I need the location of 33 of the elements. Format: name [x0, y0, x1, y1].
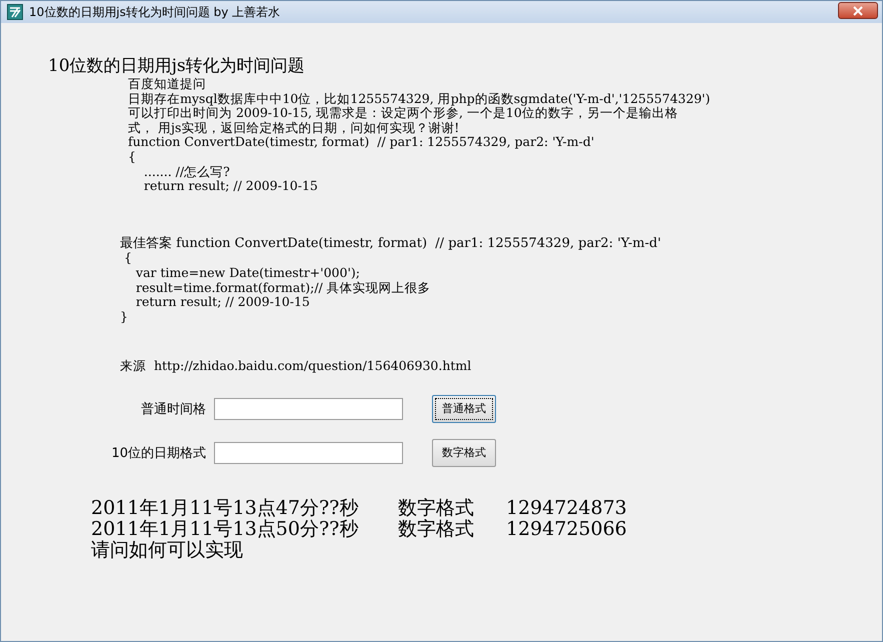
result-format-label: 数字格式	[398, 518, 475, 540]
format-button[interactable]: 数字格式	[432, 438, 496, 467]
question-text-line: return result; // 2009-10-15	[142, 179, 319, 194]
page-heading: 10位数的日期用js转化为时间问题	[48, 56, 306, 76]
result-date-text: 2011年1月11号13点47分??秒	[91, 498, 360, 519]
window-title: 10位数的日期用js转化为时间问题 by 上善若水	[29, 4, 282, 20]
question-text-line: function ConvertDate(timestr, format) // par1: 1255574329, par2: 'Y-m-d'	[128, 135, 596, 150]
question-text-line: 百度知道提问	[128, 77, 207, 92]
result-number-text: 1294724873	[506, 498, 627, 519]
result-number-text: 1294725066	[506, 518, 627, 540]
format-button[interactable]: 普通格式	[432, 394, 496, 423]
field-label: 普通时间格	[140, 400, 207, 418]
question-text-line: 日期存在mysql数据库中中10位，比如1255574329, 用php的函数sgmdate('Y-m-d','1255574329')	[128, 92, 712, 106]
result-date-text: 2011年1月11号13点50分??秒	[91, 518, 360, 540]
field-label: 10位的日期格式	[110, 444, 207, 462]
answer-text-line: return result; // 2009-10-15	[134, 295, 311, 310]
input-field[interactable]	[214, 442, 403, 464]
answer-text-line: var time=new Date(timestr+'000');	[134, 266, 361, 281]
question-text-line: {	[128, 150, 137, 165]
answer-text-line: 最佳答案 function ConvertDate(timestr, format) // par1: 1255574329, par2: 'Y-m-d'	[120, 236, 662, 252]
close-icon	[853, 6, 863, 16]
answer-text-line: }	[120, 310, 129, 324]
answer-text-line: result=time.format(format);// 具体实现网上很多	[134, 280, 432, 296]
close-button[interactable]	[838, 2, 878, 19]
question-text-line: 可以打印出时间为 2009-10-15, 现需求是：设定两个形参, 一个是10位的数字，另一个是输出格	[128, 106, 678, 121]
input-field[interactable]	[214, 398, 403, 420]
app-icon	[7, 4, 23, 20]
footer-text: 请问如何可以实现	[91, 540, 243, 561]
question-text-line: ....... //怎么写?	[142, 164, 231, 180]
source-text: 来源 http://zhidao.baidu.com/question/156406930.html	[120, 359, 472, 374]
result-format-label: 数字格式	[398, 498, 475, 519]
answer-text-line: {	[122, 251, 133, 266]
question-text-line: 式， 用js实现，返回给定格式的日期，问如何实现？谢谢!	[128, 120, 460, 136]
